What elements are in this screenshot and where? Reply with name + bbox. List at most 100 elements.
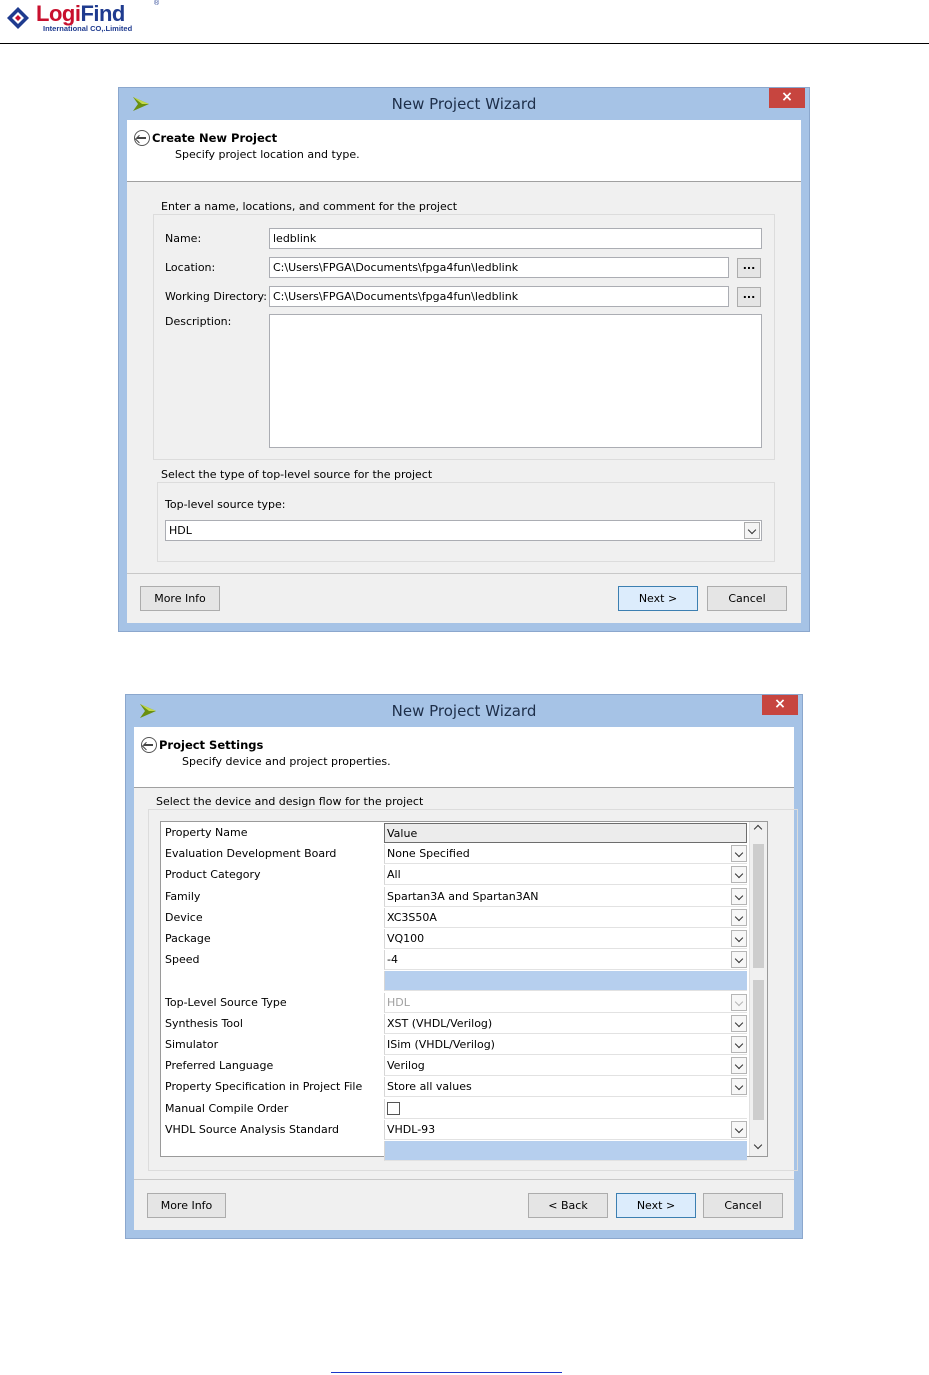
location-label: Location: <box>165 261 216 274</box>
working-directory-browse-button[interactable]: ... <box>737 287 761 307</box>
property-name: Speed <box>165 953 200 967</box>
property-row[interactable]: Property Specification in Project File St… <box>161 1077 748 1098</box>
property-dropdown-button[interactable] <box>731 866 747 884</box>
cancel-button[interactable]: Cancel <box>707 586 787 611</box>
property-row[interactable]: Simulator ISim (VHDL/Verilog) <box>161 1035 748 1056</box>
source-type-label: Top-level source type: <box>165 498 286 511</box>
property-value-cell[interactable]: HDL <box>384 992 747 1013</box>
property-value-cell[interactable]: XC3S50A <box>384 907 747 928</box>
chevron-down-icon[interactable] <box>753 1140 763 1150</box>
property-row[interactable]: Device XC3S50A <box>161 907 748 929</box>
property-name: Family <box>165 889 201 903</box>
title-bar[interactable]: New Project Wizard × <box>126 695 802 727</box>
property-row[interactable]: Evaluation Development Board None Specifi… <box>161 844 748 865</box>
property-value: Store all values <box>387 1080 472 1094</box>
property-row[interactable]: Synthesis Tool XST (VHDL/Verilog) <box>161 1013 748 1035</box>
property-row[interactable]: Top-Level Source Type HDL <box>161 992 748 1014</box>
property-value: XST (VHDL/Verilog) <box>387 1016 493 1030</box>
property-value-cell[interactable]: None Specified <box>384 844 747 865</box>
chevron-up-icon[interactable] <box>753 824 763 834</box>
property-value: Spartan3A and Spartan3AN <box>387 889 539 903</box>
back-arrow-icon <box>134 130 150 146</box>
property-value: None Specified <box>387 847 470 861</box>
scrollbar-thumb-lower[interactable] <box>753 980 764 1120</box>
property-value-cell[interactable]: VQ100 <box>384 929 747 949</box>
scrollbar-thumb-upper[interactable] <box>753 844 764 968</box>
property-row[interactable]: Preferred Language Verilog <box>161 1056 748 1077</box>
property-value-cell[interactable]: XST (VHDL/Verilog) <box>384 1013 747 1034</box>
source-type-dropdown-button[interactable] <box>744 522 760 539</box>
close-button[interactable]: × <box>769 88 805 108</box>
property-name: Manual Compile Order <box>165 1101 289 1115</box>
next-button[interactable]: Next > <box>616 1193 696 1218</box>
property-value-cell[interactable]: Store all values <box>384 1077 747 1098</box>
property-value-cell[interactable]: -4 <box>384 950 747 971</box>
header-divider <box>0 43 929 44</box>
source-type-group-label: Select the type of top-level source for … <box>159 468 435 481</box>
property-row[interactable]: Speed -4 <box>161 950 748 971</box>
property-row[interactable]: Package VQ100 <box>161 929 748 950</box>
logifind-logo: LogiFind ® International CO,.Limited <box>6 0 176 38</box>
property-dropdown-button[interactable] <box>731 845 747 863</box>
next-button[interactable]: Next > <box>618 586 698 611</box>
property-dropdown-button[interactable] <box>731 887 747 905</box>
property-dropdown-button[interactable] <box>731 908 747 926</box>
property-row[interactable]: Product Category All <box>161 865 748 886</box>
property-grid-scrollbar[interactable] <box>749 822 767 1156</box>
property-value-cell[interactable]: All <box>384 865 747 886</box>
footer-separator <box>127 573 801 574</box>
property-value-cell[interactable] <box>384 971 747 992</box>
property-row[interactable] <box>161 1141 748 1162</box>
property-row[interactable]: Family Spartan3A and Spartan3AN <box>161 886 748 908</box>
property-name: Device <box>165 910 203 924</box>
wizard-page-header: Create New Project Specify project locat… <box>127 120 801 182</box>
manual-compile-order-checkbox[interactable] <box>387 1101 400 1115</box>
more-info-button[interactable]: More Info <box>147 1193 226 1218</box>
new-project-wizard-dialog-1: New Project Wizard × Create New Project … <box>118 87 810 632</box>
dialog-client-area: Project Settings Specify device and proj… <box>134 727 798 1230</box>
property-grid-header: Property Name Value <box>161 823 748 844</box>
property-value-cell[interactable]: ISim (VHDL/Verilog) <box>384 1035 747 1055</box>
more-info-button[interactable]: More Info <box>140 586 220 611</box>
property-value-cell[interactable]: Verilog <box>384 1056 747 1077</box>
property-value-cell[interactable] <box>384 1098 747 1119</box>
title-bar[interactable]: New Project Wizard × <box>119 88 809 120</box>
property-value-cell[interactable]: VHDL-93 <box>384 1119 747 1140</box>
working-directory-field[interactable]: C:\Users\FPGA\Documents\fpga4fun\ledblin… <box>269 286 729 307</box>
property-dropdown-button[interactable] <box>731 1057 747 1075</box>
property-name: Simulator <box>165 1038 219 1051</box>
chevron-down-icon <box>734 912 744 922</box>
description-field[interactable] <box>269 314 762 448</box>
back-button[interactable]: < Back <box>528 1193 608 1218</box>
property-name: Evaluation Development Board <box>165 847 337 861</box>
close-button[interactable]: × <box>762 695 798 715</box>
location-field[interactable]: C:\Users\FPGA\Documents\fpga4fun\ledblin… <box>269 257 729 278</box>
property-dropdown-button[interactable] <box>731 930 747 947</box>
property-dropdown-button[interactable] <box>731 1014 747 1032</box>
name-field[interactable]: ledblink <box>269 228 762 249</box>
cancel-button[interactable]: Cancel <box>703 1193 783 1218</box>
property-dropdown-button[interactable] <box>731 1078 747 1096</box>
property-row[interactable]: VHDL Source Analysis Standard VHDL-93 <box>161 1119 748 1141</box>
property-value-cell[interactable] <box>384 1141 747 1161</box>
footer-link-underline[interactable] <box>331 1372 562 1373</box>
source-type-select[interactable]: HDL <box>165 520 762 541</box>
property-dropdown-button[interactable] <box>731 1036 747 1053</box>
property-grid: Property Name Value Evaluation Development… <box>160 821 768 1161</box>
description-label: Description: <box>165 315 232 328</box>
property-dropdown-button <box>731 993 747 1011</box>
chevron-down-icon <box>734 1039 744 1049</box>
property-row[interactable]: Manual Compile Order <box>161 1098 748 1120</box>
property-dropdown-button[interactable] <box>731 951 747 969</box>
registered-mark: ® <box>154 0 160 7</box>
location-browse-button[interactable]: ... <box>737 258 761 278</box>
property-dropdown-button[interactable] <box>731 1120 747 1138</box>
property-value: VHDL-93 <box>387 1122 436 1136</box>
chevron-down-icon <box>747 525 757 535</box>
chevron-down-icon <box>734 954 744 964</box>
page-subtitle: Specify device and project properties. <box>182 755 391 768</box>
property-value-cell[interactable]: Spartan3A and Spartan3AN <box>384 886 747 907</box>
property-row[interactable] <box>161 971 748 992</box>
property-name: Top-Level Source Type <box>165 995 287 1009</box>
name-label: Name: <box>165 232 202 245</box>
